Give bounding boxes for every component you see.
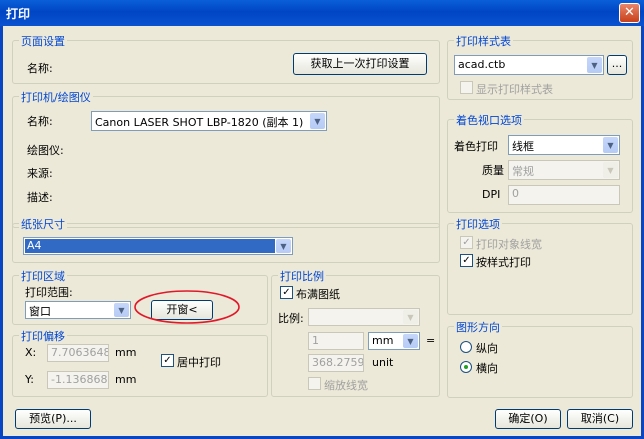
quality-label: 质量 [482,164,504,177]
scale-units-label: unit [372,356,394,369]
quality-value: 常规 [512,165,534,178]
center-print-checkbox[interactable]: ✓ [161,354,174,367]
print-range-value: 窗口 [29,305,51,318]
portrait-radio[interactable] [460,341,472,353]
paper-size-group: 纸张尺寸 A4 ▼ [12,216,440,263]
print-offset-group: 打印偏移 X: 7.7063648 mm Y: -1.1368683 mm ✓ … [12,328,268,397]
highlight-circle [134,290,240,324]
scale-unit-select[interactable]: mm ▼ [368,332,420,350]
plot-style-title: 打印样式表 [454,33,513,49]
plot-style-edit-button[interactable]: ... [607,55,627,75]
scale-lineweight-checkbox[interactable] [308,377,321,390]
plot-lineweights-checkbox[interactable]: ✓ [460,236,473,249]
scale-lineweight-label: 缩放线宽 [324,379,368,392]
printer-select[interactable]: Canon LASER SHOT LBP-1820 (副本 1) ▼ [91,111,327,131]
landscape-radio[interactable] [460,361,472,373]
paper-size-select[interactable]: A4 ▼ [23,237,293,255]
source-label: 来源: [27,167,53,180]
scale-label: 比例: [278,312,304,325]
ok-button[interactable]: 确定(O) [495,409,561,429]
page-setup-name-label: 名称: [27,62,53,75]
chevron-down-icon: ▼ [276,239,291,253]
dpi-input[interactable]: 0 [508,185,620,205]
chevron-down-icon: ▼ [403,310,418,324]
print-offset-title: 打印偏移 [19,328,67,344]
offset-y-label: Y: [25,373,34,386]
scale-units-input[interactable]: 368.2759 [308,354,364,372]
plotter-label: 绘图仪: [27,144,64,157]
shaded-viewport-group: 着色视口选项 着色打印 线框 ▼ 质量 常规 ▼ DPI 0 [447,112,633,213]
plot-lineweights-label: 打印对象线宽 [476,238,542,251]
quality-select[interactable]: 常规 ▼ [508,160,620,180]
fit-to-paper-label: 布满图纸 [296,288,340,301]
printer-title: 打印机/绘图仪 [19,89,93,105]
shade-plot-select[interactable]: 线框 ▼ [508,135,620,155]
center-print-label: 居中打印 [177,356,221,369]
offset-x-label: X: [25,346,37,359]
preview-button[interactable]: 预览(P)... [15,409,91,429]
print-scale-title: 打印比例 [278,268,326,284]
chevron-down-icon: ▼ [114,303,129,317]
scale-select[interactable]: ▼ [308,308,420,326]
plot-with-styles-label: 按样式打印 [476,256,531,269]
offset-x-input[interactable]: 7.7063648 [47,344,109,362]
get-last-settings-button[interactable]: 获取上一次打印设置 [293,53,427,75]
orientation-group: 图形方向 纵向 横向 [447,319,633,398]
dpi-label: DPI [482,188,501,201]
scale-value-input[interactable]: 1 [308,332,364,350]
print-range-label: 打印范围: [25,286,73,299]
portrait-label: 纵向 [476,342,498,355]
printer-group: 打印机/绘图仪 名称: Canon LASER SHOT LBP-1820 (副… [12,89,440,228]
paper-size-title: 纸张尺寸 [19,216,67,232]
shade-plot-label: 着色打印 [454,140,498,153]
scale-unit-value: mm [372,334,394,347]
offset-y-input[interactable]: -1.1368683 [47,371,109,389]
cancel-button[interactable]: 取消(C) [567,409,633,429]
printer-select-value: Canon LASER SHOT LBP-1820 (副本 1) [95,116,304,129]
description-label: 描述: [27,191,53,204]
chevron-down-icon: ▼ [310,113,325,129]
print-options-title: 打印选项 [454,216,502,232]
print-area-title: 打印区域 [19,268,67,284]
plot-style-value: acad.ctb [458,58,506,71]
equals-sign: = [426,334,436,347]
dialog-body: 页面设置 名称: 获取上一次打印设置 打印机/绘图仪 名称: Canon LAS… [3,26,641,436]
shade-plot-value: 线框 [512,140,534,153]
printer-name-label: 名称: [27,115,53,128]
print-scale-group: 打印比例 ✓ 布满图纸 比例: ▼ 1 mm ▼ = 368.2759 unit… [271,268,440,397]
display-plot-styles-label: 显示打印样式表 [476,83,553,96]
chevron-down-icon: ▼ [587,57,602,73]
print-range-select[interactable]: 窗口 ▼ [25,301,131,319]
window-title: 打印 [6,7,31,21]
plot-style-group: 打印样式表 acad.ctb ▼ ... 显示打印样式表 [447,33,633,100]
orientation-title: 图形方向 [454,319,502,335]
plot-with-styles-checkbox[interactable]: ✓ [460,254,473,267]
landscape-label: 横向 [476,362,498,375]
fit-to-paper-checkbox[interactable]: ✓ [280,286,293,299]
radio-selected-dot [464,365,468,369]
title-bar: 打印 ✕ [0,0,644,26]
shaded-viewport-title: 着色视口选项 [454,112,524,128]
plot-style-select[interactable]: acad.ctb ▼ [454,55,604,75]
chevron-down-icon: ▼ [603,162,618,178]
chevron-down-icon: ▼ [603,137,618,153]
page-setup-title: 页面设置 [19,33,67,49]
paper-size-value: A4 [25,239,275,253]
print-options-group: 打印选项 ✓ 打印对象线宽 ✓ 按样式打印 [447,216,633,315]
chevron-down-icon: ▼ [403,334,418,348]
offset-x-unit: mm [115,346,137,359]
offset-y-unit: mm [115,373,137,386]
display-plot-styles-checkbox[interactable] [460,81,473,94]
page-setup-group: 页面设置 名称: 获取上一次打印设置 [12,33,440,84]
close-button[interactable]: ✕ [619,3,640,23]
